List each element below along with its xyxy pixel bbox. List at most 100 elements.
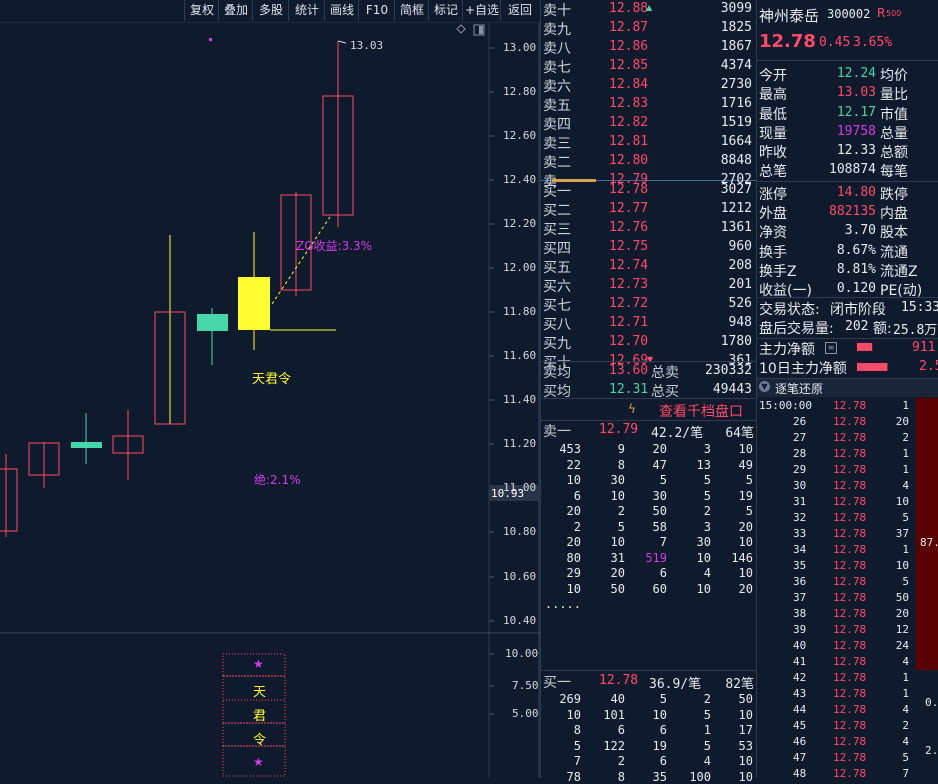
queue-more[interactable]: ..... [541,597,581,611]
mark-button[interactable]: 标记 [428,0,463,21]
tick-price: 12.78 [833,447,867,460]
after-hours-amount: 25.8万 [893,323,938,338]
queue-cell: 6 [573,488,581,503]
queue-cell: 50 [610,581,625,596]
queue-cell: 4 [703,754,711,768]
queue-cell: 31 [610,550,625,565]
stat-value: 108874 [829,162,876,178]
multi-stock-button[interactable]: 多股 [252,0,289,21]
queue-cell: 6 [659,754,667,768]
buy-level[interactable]: 买五 12.74 208 [541,257,756,276]
tick-header[interactable]: ▼ 逐笔还原 [757,379,938,397]
stat-value: 3.70 [844,223,876,239]
sub-char: 君 [253,709,267,724]
buy-level[interactable]: 买八 12.71 948 [541,314,756,333]
list-icon[interactable]: ≡ [825,342,837,354]
fuquan-button[interactable]: 复权 [184,0,219,21]
buy-level[interactable]: 买九 12.70 1780 [541,333,756,352]
amount-label: 额: [873,321,892,337]
stock-name: 神州泰岳 [759,7,820,25]
queue-cell: 50 [652,504,667,518]
status-time: 15:33: [901,300,938,315]
main-flow-10d-label: 10日主力净额 [759,361,847,377]
buy-level[interactable]: 买七 12.72 526 [541,295,756,314]
queue-cell: 5 [617,519,625,534]
sell-level[interactable]: 卖十 12.88 ▲ 3099 [541,0,756,19]
tick-time: 43 [793,687,807,700]
lightning-icon: ϟ [628,402,636,416]
candle [197,308,228,365]
sub-axis-tick: 10.00 [505,647,539,660]
queue-cell: 80 [566,550,581,565]
level-volume: 1212 [720,201,752,216]
queue-cell: 10 [566,581,581,596]
back-button[interactable]: 返回 [500,0,539,21]
level-label: 买二 [543,203,571,219]
candle [71,413,102,464]
queue-cell: 6 [659,566,667,580]
tick-row: 42 12.78 1 [757,670,917,686]
queue-cell: 40 [610,692,625,706]
stat-row: 换手 8.67% 流通 [757,242,938,261]
tick-volume: 5 [902,511,909,524]
thousand-level-link[interactable]: 查看千档盘口 [659,401,743,421]
sell-level[interactable]: 卖六 12.84 2730 [541,76,756,95]
after-hours-vol: 202 [845,319,869,334]
tick-time: 29 [793,463,807,476]
total-sell-label: 总卖 [651,365,679,381]
tick-row: 28 12.78 1 [757,446,917,462]
queue-cell: 20 [566,535,581,549]
sell-level[interactable]: 卖三 12.81 1664 [541,133,756,152]
tick-volume: 4 [902,703,909,716]
stat-right-label: 均价 [880,68,908,84]
queue-count: 64笔 [725,426,754,441]
stat-right-label: 流通Z [880,263,918,280]
queue-cell: 20 [652,442,667,456]
draw-line-button[interactable]: 画线 [324,0,359,21]
stats-button[interactable]: 统计 [288,0,325,21]
sell-level[interactable]: 卖五 12.83 1716 [541,95,756,114]
tick-volume: 4 [902,479,909,492]
status-value: 闭市阶段 [830,302,886,318]
price-tick: 10.40 [503,614,537,627]
sell-level[interactable]: 卖九 12.87 1825 [541,19,756,38]
queue-cell: 10 [652,707,667,722]
sell-level[interactable]: 卖四 12.82 1519 [541,114,756,133]
simple-frame-button[interactable]: 简框 [394,0,429,21]
level-price: 12.86 [609,39,649,54]
level-price: 12.83 [609,96,649,111]
f10-button[interactable]: F10 [358,0,395,21]
sell-level[interactable]: 卖八 12.86 1867 [541,38,756,57]
stat-value: 12.17 [836,104,876,120]
buy-level[interactable]: 买二 12.77 1212 [541,200,756,219]
price-tick: 11.80 [503,305,537,318]
stat-right-label: 股本 [880,225,908,242]
queue-label: 买一 [543,675,571,691]
queue-cell: 3 [703,519,711,534]
queue-price: 12.78 [599,673,639,688]
stat-row: 换手Z 8.81% 流通Z [757,261,938,280]
tick-volume: 10 [895,559,909,572]
kline-chart[interactable]: 13.00 12.80 12.60 12.40 12.20 12.00 11.8… [0,22,540,778]
level-label: 买七 [543,298,571,314]
buy-level[interactable]: 买一 12.78 3027 [541,181,756,200]
stat-row: 现量 19758 总量 [757,123,938,142]
tick-volume: 50 [895,591,909,604]
tick-price: 12.78 [833,399,867,412]
tick-volume: 20 [895,607,909,620]
stat-label: 涨停 [759,186,787,203]
high-annotation: 13.03 [350,39,384,52]
queue-cell: 20 [738,519,753,534]
add-watchlist-button[interactable]: +自选 [462,0,501,21]
sell-level[interactable]: 卖二 12.80 8848 [541,152,756,171]
queue-cell: 10 [696,550,711,565]
sell-level[interactable]: 卖七 12.85 4374 [541,57,756,76]
buy-level[interactable]: 买三 12.76 1361 [541,219,756,238]
overlay-button[interactable]: 叠加 [218,0,253,21]
buy-level[interactable]: 买六 12.73 201 [541,276,756,295]
stat-row: 最高 13.03 量比 [757,84,938,103]
candle [0,454,18,537]
buy-level[interactable]: 买四 12.75 960 [541,238,756,257]
chevron-down-icon[interactable]: ▼ [759,381,770,392]
level-price: 12.71 [609,315,649,330]
